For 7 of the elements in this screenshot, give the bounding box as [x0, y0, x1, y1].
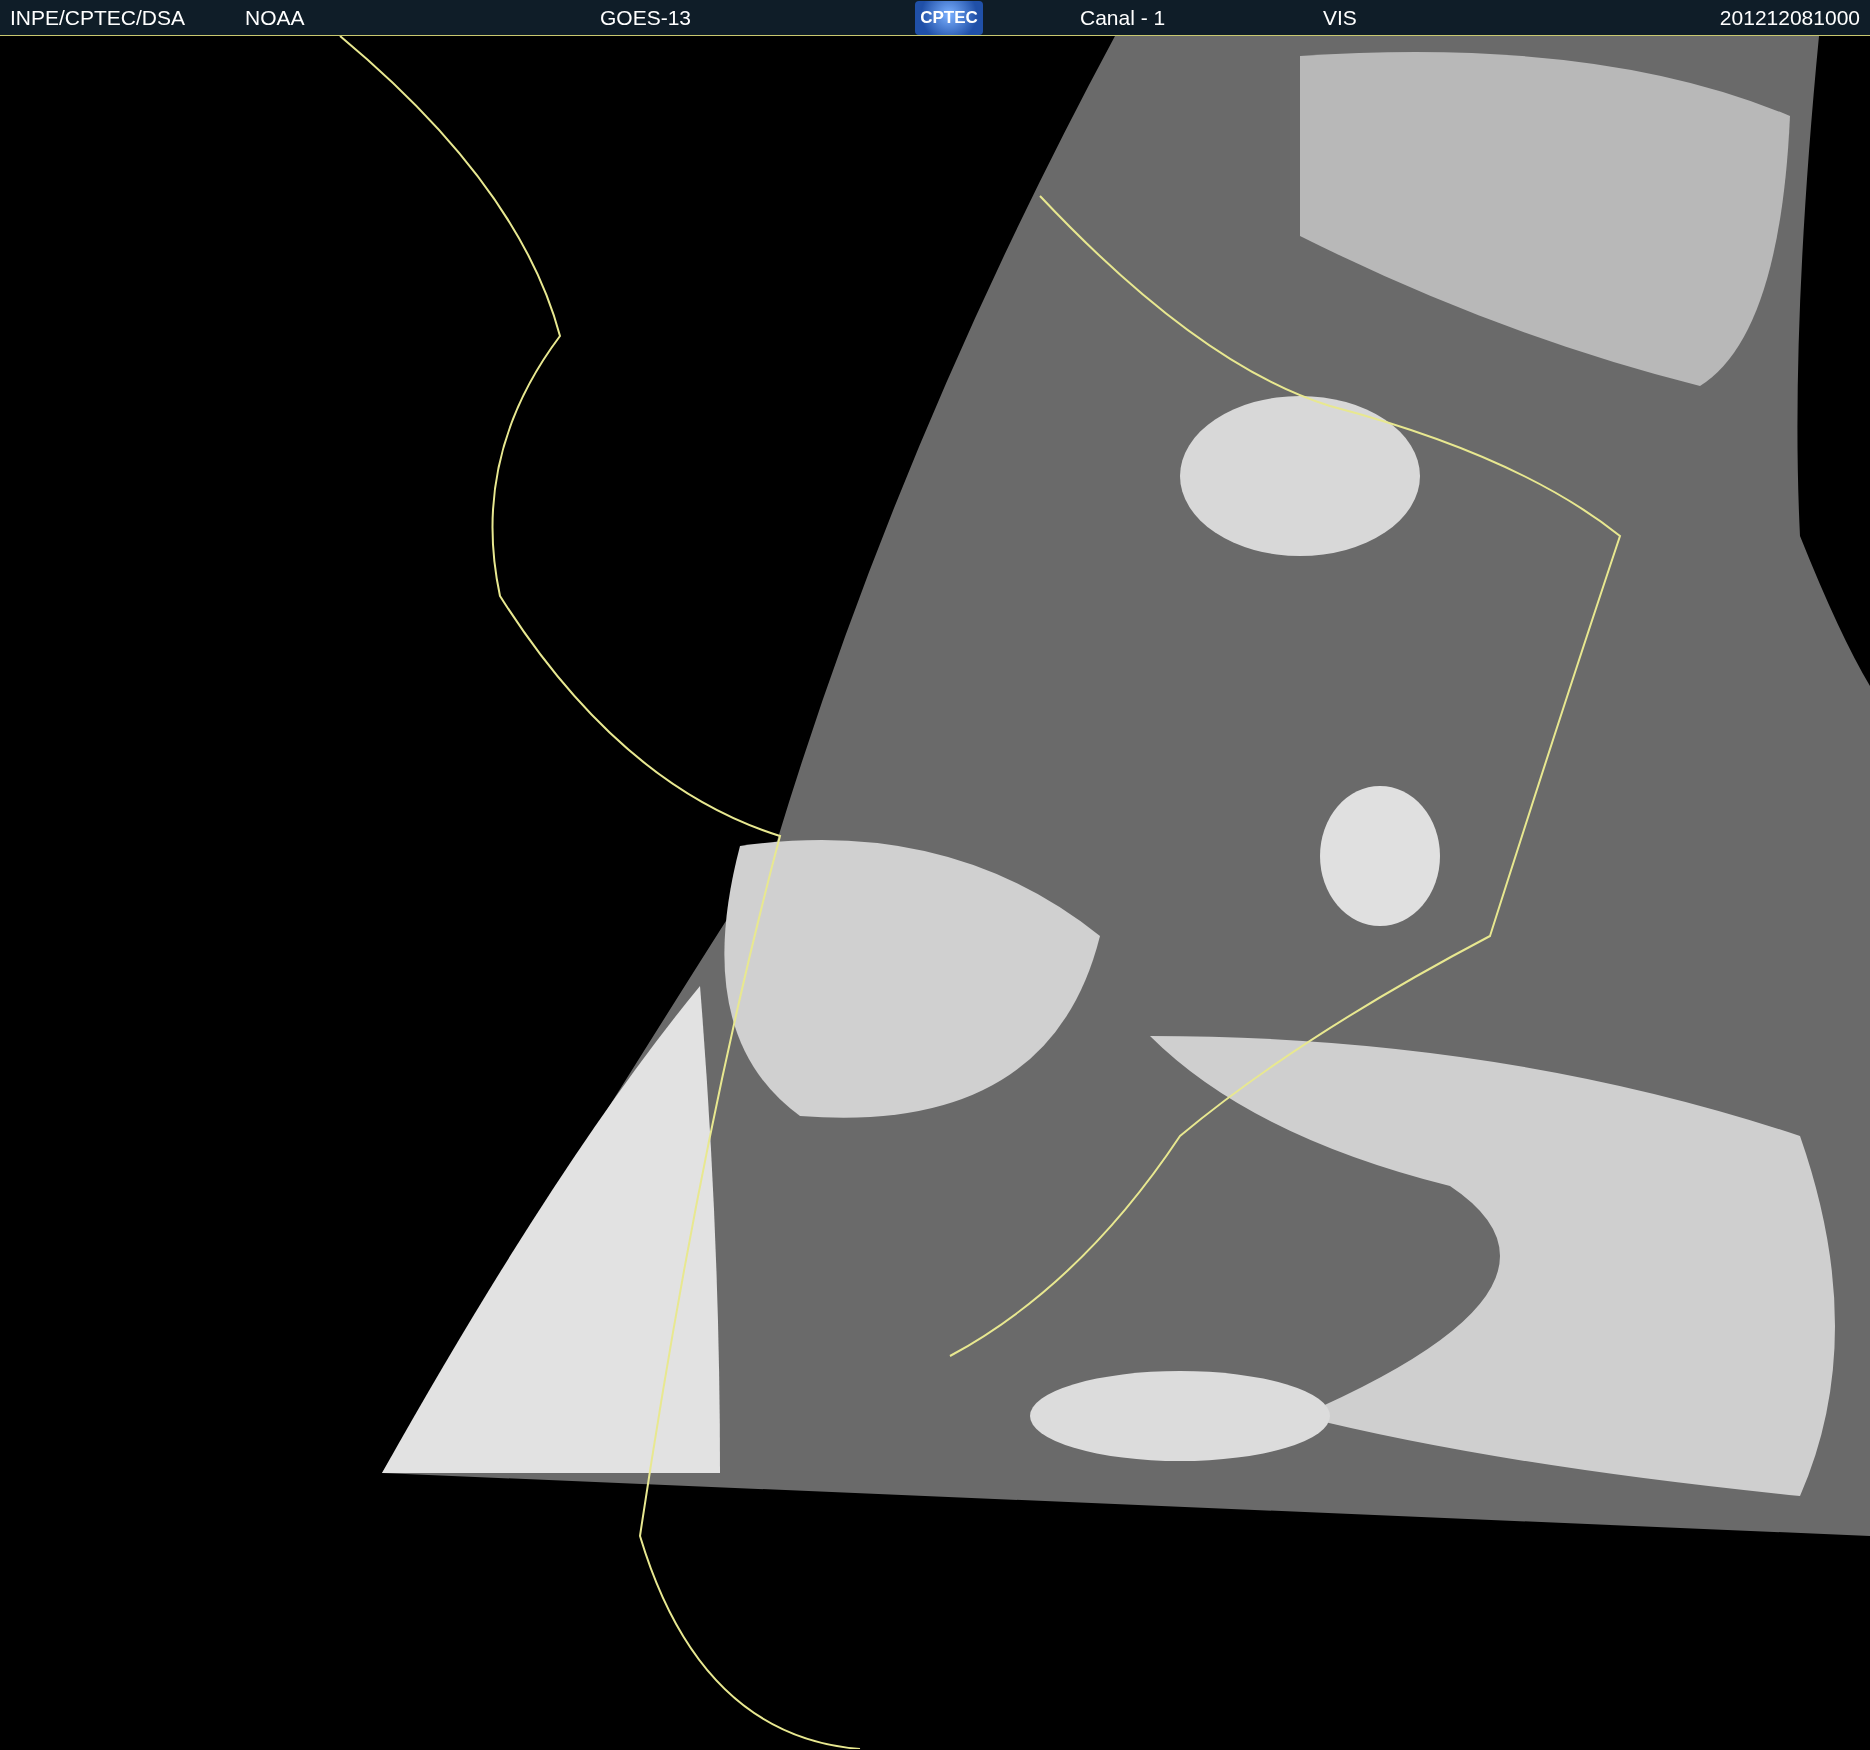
header-label: VIS: [1323, 5, 1357, 30]
header-label: GOES-13: [600, 5, 692, 30]
header-label: 201212081000: [1719, 5, 1860, 30]
header-label: Canal - 1: [1080, 5, 1166, 30]
header-label: INPE/CPTEC/DSA: [10, 5, 186, 30]
header-label: NOAA: [245, 5, 305, 30]
logo: CPTEC: [915, 0, 983, 35]
